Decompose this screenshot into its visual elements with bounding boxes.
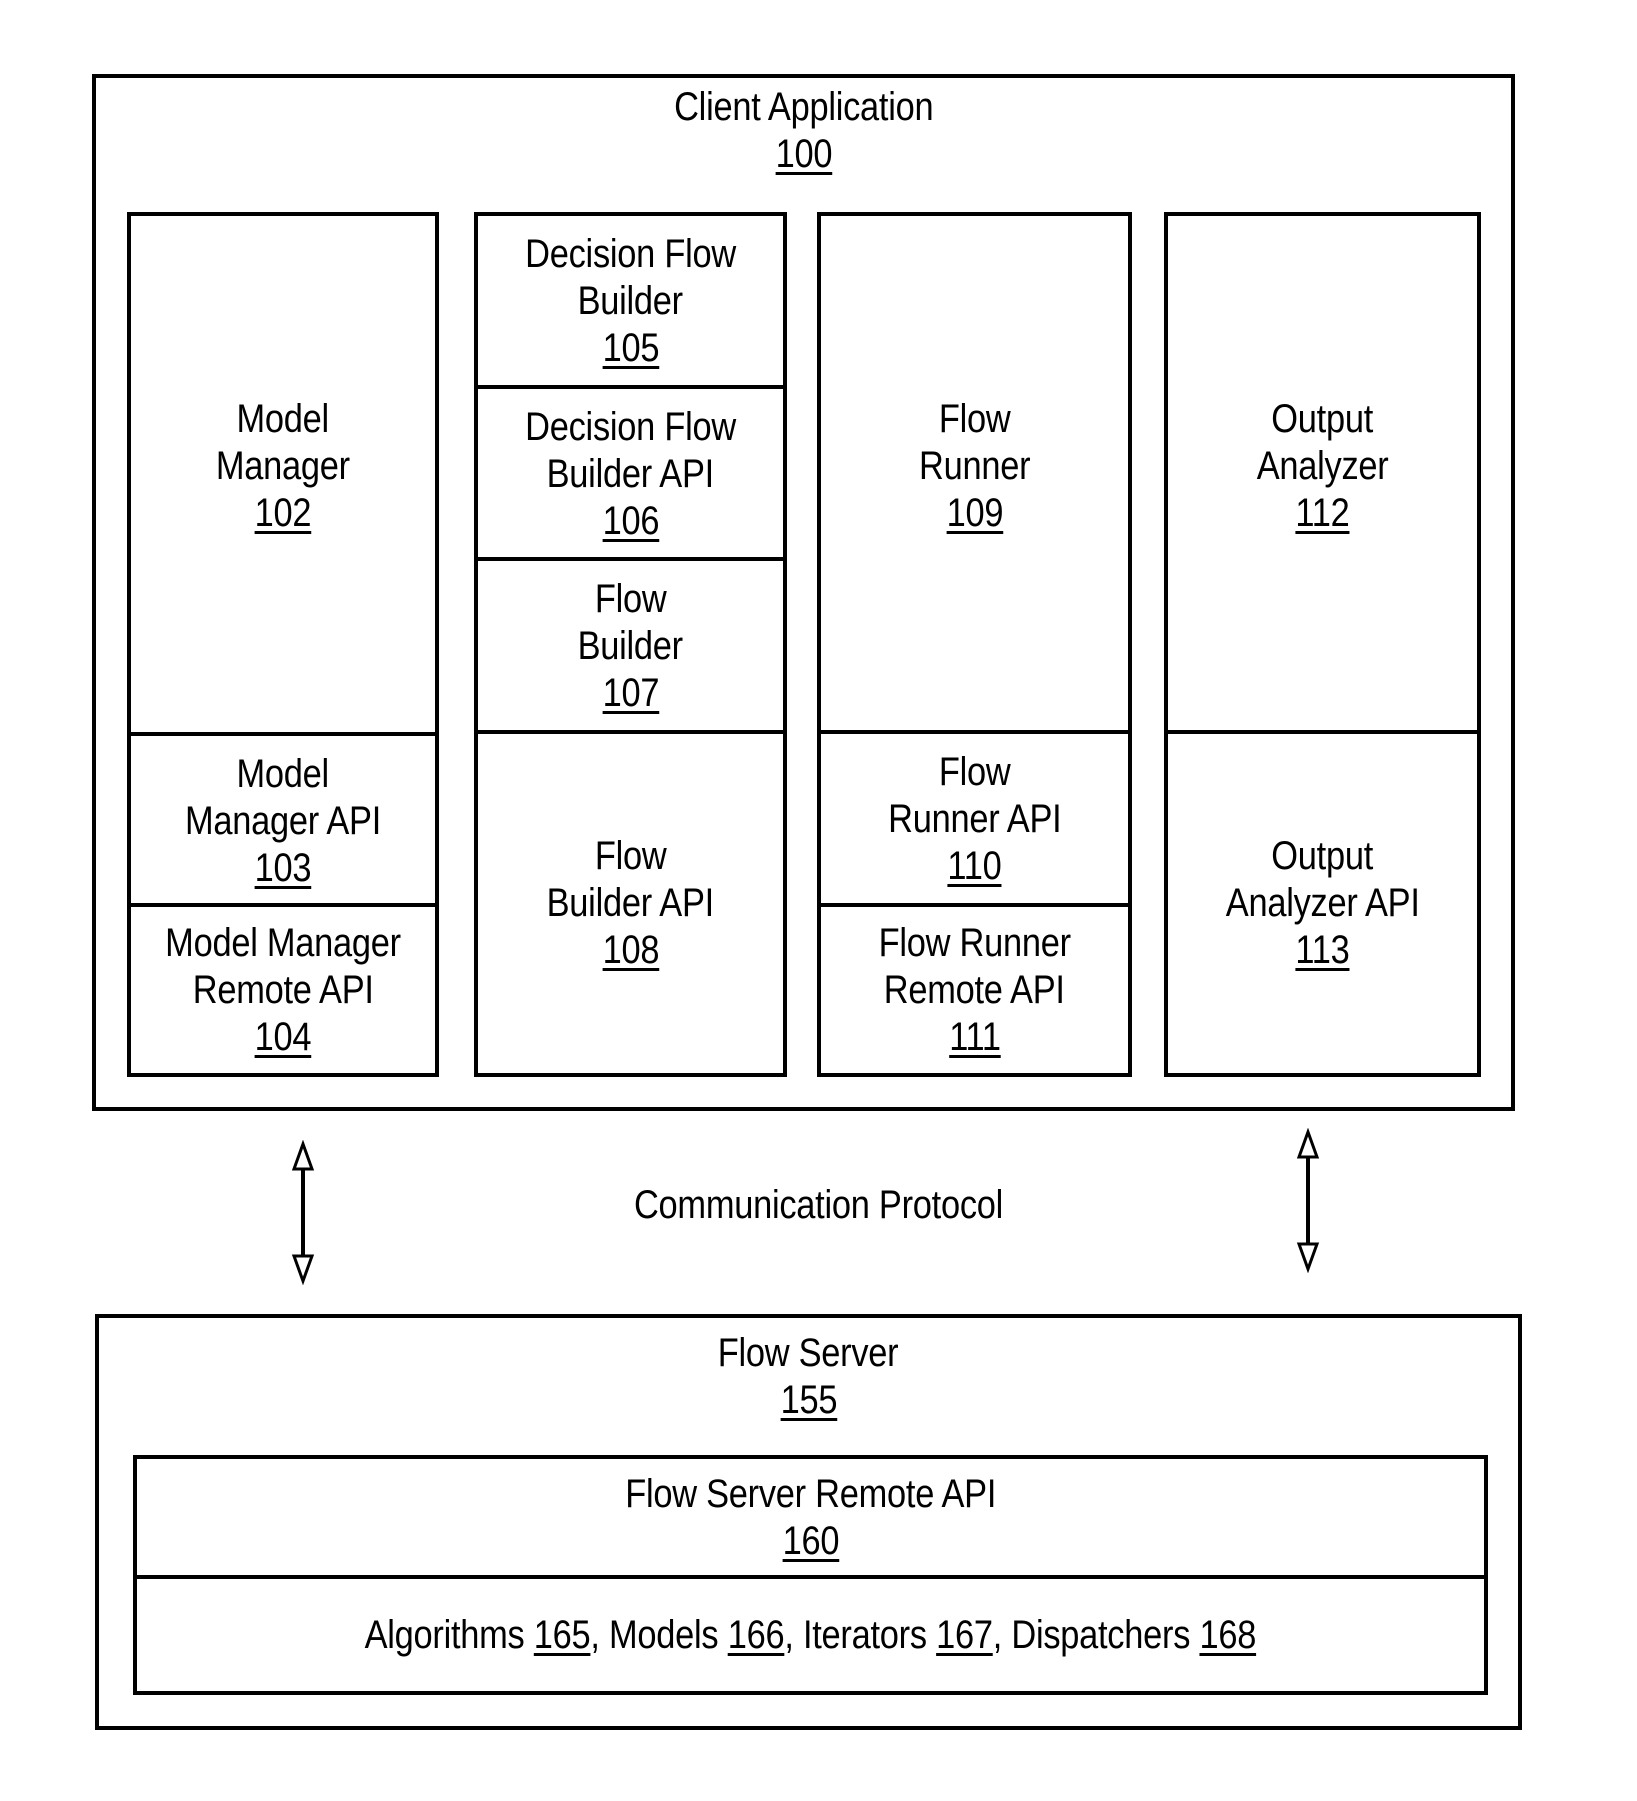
- model-manager-line1: Model: [236, 397, 330, 441]
- model-manager-remote-api-block: Model Manager Remote API 104: [131, 907, 435, 1073]
- component-models-label: Models: [609, 1612, 719, 1657]
- flow-builder-api-line1: Flow: [594, 834, 667, 878]
- client-application-number: 100: [775, 132, 832, 176]
- flow-runner-line1: Flow: [938, 397, 1011, 441]
- separator: ,: [992, 1612, 1012, 1657]
- output-analyzer-api-number: 113: [1295, 928, 1350, 972]
- flow-builder-line2: Builder: [577, 623, 684, 668]
- component-iterators-label: Iterators: [803, 1612, 927, 1657]
- flow-builder-column: Decision Flow Builder 105 Decision Flow …: [474, 212, 787, 1077]
- model-manager-api-line1: Model: [236, 752, 330, 796]
- component-dispatchers-number: 168: [1199, 1612, 1257, 1657]
- decision-flow-builder-api-line1: Decision Flow: [525, 404, 736, 449]
- decision-flow-builder-line1: Decision Flow: [525, 232, 736, 276]
- communication-protocol-label-wrap: Communication Protocol: [0, 1182, 1637, 1229]
- flow-server-title: Flow Server 155: [99, 1330, 1518, 1424]
- flow-server-label: Flow Server: [718, 1331, 899, 1375]
- model-manager-api-block: Model Manager API 103: [131, 736, 435, 907]
- flow-builder-api-number: 108: [602, 928, 659, 972]
- component-iterators-number: 167: [936, 1612, 993, 1657]
- output-analyzer-api-block: Output Analyzer API 113: [1168, 734, 1477, 1073]
- flow-runner-api-line2: Runner API: [887, 797, 1062, 841]
- flow-builder-number: 107: [602, 670, 659, 715]
- flow-runner-remote-api-line2: Remote API: [883, 967, 1065, 1012]
- component-models-number: 166: [727, 1612, 785, 1657]
- output-analyzer-column: Output Analyzer 112 Output Analyzer API …: [1164, 212, 1481, 1077]
- flow-runner-remote-api-line1: Flow Runner: [878, 920, 1071, 965]
- decision-flow-builder-api-line2: Builder API: [546, 451, 715, 496]
- flow-server-remote-api-number: 160: [782, 1519, 839, 1563]
- flow-runner-block: Flow Runner 109: [821, 216, 1128, 734]
- component-algorithms-number: 165: [533, 1612, 591, 1657]
- decision-flow-builder-api-number: 106: [602, 498, 659, 543]
- flow-runner-line2: Runner: [918, 444, 1031, 488]
- client-application-title: Client Application 100: [96, 84, 1511, 178]
- flow-builder-api-line2: Builder API: [546, 881, 715, 925]
- output-analyzer-number: 112: [1295, 491, 1350, 535]
- flow-runner-column: Flow Runner 109 Flow Runner API 110 Flow…: [817, 212, 1132, 1077]
- output-analyzer-api-line1: Output: [1271, 834, 1374, 878]
- client-application-label: Client Application: [673, 85, 934, 129]
- flow-runner-number: 109: [946, 491, 1003, 535]
- output-analyzer-api-line2: Analyzer API: [1225, 881, 1420, 925]
- flow-server-inner-box: Flow Server Remote API 160 Algorithms 16…: [133, 1455, 1488, 1695]
- model-manager-line2: Manager: [216, 444, 350, 488]
- decision-flow-builder-api-block: Decision Flow Builder API 106: [478, 389, 783, 559]
- flow-server-remote-api-block: Flow Server Remote API 160: [137, 1459, 1484, 1577]
- component-algorithms-label: Algorithms: [364, 1612, 525, 1657]
- communication-protocol-label: Communication Protocol: [633, 1183, 1004, 1227]
- flow-builder-line1: Flow: [594, 576, 667, 621]
- decision-flow-builder-block: Decision Flow Builder 105: [478, 216, 783, 387]
- flow-server-components-block: Algorithms 165, Models 166, Iterators 16…: [137, 1579, 1484, 1691]
- flow-runner-api-number: 110: [947, 844, 1002, 888]
- separator: ,: [590, 1612, 610, 1657]
- component-dispatchers-label: Dispatchers: [1011, 1612, 1191, 1657]
- model-manager-remote-api-line1: Model Manager: [165, 920, 401, 965]
- flow-server-number: 155: [780, 1378, 837, 1422]
- flow-server-remote-api-label: Flow Server Remote API: [625, 1472, 996, 1516]
- flow-runner-api-line1: Flow: [938, 750, 1011, 794]
- separator: ,: [784, 1612, 804, 1657]
- flow-runner-remote-api-block: Flow Runner Remote API 111: [821, 907, 1128, 1073]
- model-manager-remote-api-line2: Remote API: [192, 967, 374, 1012]
- output-analyzer-block: Output Analyzer 112: [1168, 216, 1477, 734]
- output-analyzer-line1: Output: [1271, 397, 1374, 441]
- model-manager-column: Model Manager 102 Model Manager API 103 …: [127, 212, 439, 1077]
- flow-runner-api-block: Flow Runner API 110: [821, 734, 1128, 905]
- flow-runner-remote-api-number: 111: [948, 1014, 1001, 1059]
- model-manager-api-line2: Manager API: [184, 799, 382, 843]
- decision-flow-builder-line2: Builder: [577, 279, 684, 323]
- flow-builder-api-block: Flow Builder API 108: [478, 734, 783, 1073]
- model-manager-remote-api-number: 104: [254, 1014, 312, 1059]
- model-manager-api-number: 103: [254, 846, 312, 890]
- flow-builder-block: Flow Builder 107: [478, 561, 783, 731]
- decision-flow-builder-number: 105: [602, 326, 659, 370]
- model-manager-block: Model Manager 102: [131, 216, 435, 734]
- model-manager-number: 102: [254, 491, 312, 535]
- flow-server-components-list: Algorithms 165, Models 166, Iterators 16…: [365, 1612, 1257, 1659]
- output-analyzer-line2: Analyzer: [1256, 444, 1389, 488]
